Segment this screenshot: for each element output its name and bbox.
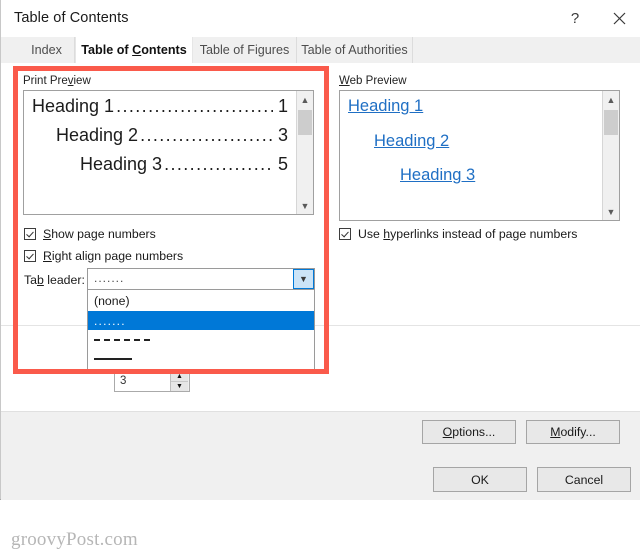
- print-preview-scrollbar[interactable]: ▲ ▼: [296, 91, 313, 214]
- web-preview-content: Heading 1 Heading 2 Heading 3: [340, 91, 602, 220]
- web-heading-link[interactable]: Heading 2: [374, 132, 594, 150]
- ok-button-label: OK: [471, 472, 489, 487]
- spinner-down-icon[interactable]: ▼: [171, 382, 188, 391]
- close-icon: [613, 12, 625, 24]
- tab-leader-dropdown-list[interactable]: (none) .......: [87, 290, 315, 373]
- web-heading-link[interactable]: Heading 3: [400, 167, 594, 184]
- options-button-label: Options...: [442, 425, 496, 439]
- table-of-contents-dialog: Table of Contents ? Index Table of Conte…: [0, 0, 640, 550]
- modify-button-label: Modify...: [550, 425, 596, 439]
- tab-table-of-figures-label: Table of Figures: [199, 43, 290, 57]
- tab-table-of-contents-label: Table of Contents: [81, 43, 187, 57]
- tab-leader-label: Tab leader:: [24, 273, 85, 287]
- dropdown-option-dots-label: .......: [94, 313, 126, 328]
- web-preview-label: Web Preview: [339, 75, 407, 87]
- scrollbar-thumb[interactable]: [298, 110, 312, 135]
- tab-strip: Index Table of Contents Table of Figures…: [1, 37, 640, 63]
- dropdown-option-dashes[interactable]: [88, 330, 314, 349]
- spinner-up-icon[interactable]: ▲: [171, 372, 188, 382]
- dashed-line-icon: [94, 338, 150, 341]
- show-levels-spinner[interactable]: 3 ▲ ▼: [114, 371, 190, 392]
- checkbox-show-page-numbers[interactable]: Show page numbers: [24, 227, 156, 241]
- tab-leader-value: .......: [94, 271, 125, 285]
- checkbox-right-align-page-numbers[interactable]: Right align page numbers: [24, 249, 183, 263]
- window-title: Table of Contents: [14, 10, 129, 26]
- print-page-number: 3: [277, 125, 288, 145]
- print-page-number: 1: [277, 96, 288, 116]
- print-leader-dots: ........................: [164, 155, 273, 173]
- print-preview-pane: Heading 1 ..............................…: [23, 90, 314, 215]
- dropdown-option-solid[interactable]: [88, 349, 314, 368]
- web-preview-scrollbar[interactable]: ▲ ▼: [602, 91, 619, 220]
- print-page-number: 5: [277, 154, 288, 174]
- solid-line-icon: [94, 357, 132, 360]
- tab-table-of-authorities-label: Table of Authorities: [301, 43, 408, 57]
- checkbox-show-page-numbers-label: Show page numbers: [43, 227, 156, 241]
- options-button[interactable]: Options...: [422, 420, 516, 444]
- scroll-up-icon[interactable]: ▲: [603, 91, 619, 108]
- tab-leader-combobox[interactable]: ....... ▼: [87, 268, 315, 290]
- web-preview-pane: Heading 1 Heading 2 Heading 3 ▲ ▼: [339, 90, 620, 221]
- scrollbar-thumb[interactable]: [604, 110, 618, 135]
- tab-table-of-contents[interactable]: Table of Contents: [75, 37, 193, 63]
- print-preview-row: Heading 1 ..............................…: [32, 97, 288, 115]
- show-levels-value: 3: [120, 375, 127, 387]
- checkmark-icon: [24, 228, 36, 240]
- dialog-body: Print Preview Heading 1 ................…: [1, 63, 640, 550]
- tab-table-of-authorities[interactable]: Table of Authorities: [297, 37, 413, 63]
- question-mark-icon: ?: [570, 9, 580, 27]
- checkmark-icon: [24, 250, 36, 262]
- checkbox-use-hyperlinks-label: Use hyperlinks instead of page numbers: [358, 227, 578, 241]
- print-heading-label: Heading 3: [80, 154, 163, 174]
- dropdown-option-none-label: (none): [94, 293, 130, 308]
- cancel-button[interactable]: Cancel: [537, 467, 631, 492]
- web-heading-link[interactable]: Heading 1: [348, 98, 594, 115]
- print-leader-dots: ..............................: [140, 126, 273, 144]
- checkmark-icon: [339, 228, 351, 240]
- print-preview-content: Heading 1 ..............................…: [24, 91, 296, 214]
- print-preview-row: Heading 2 ..............................…: [56, 126, 288, 144]
- checkbox-right-align-page-numbers-label: Right align page numbers: [43, 249, 184, 263]
- dropdown-option-none[interactable]: (none): [88, 290, 314, 311]
- checkbox-use-hyperlinks[interactable]: Use hyperlinks instead of page numbers: [339, 227, 577, 241]
- site-watermark: groovyPost.com: [11, 529, 138, 550]
- print-heading-label: Heading 2: [56, 125, 139, 145]
- help-button[interactable]: ?: [554, 0, 596, 36]
- print-leader-dots: ...................................: [116, 97, 273, 115]
- cancel-button-label: Cancel: [564, 472, 604, 487]
- print-preview-row: Heading 3 ........................ 5: [80, 155, 288, 173]
- tab-table-of-figures[interactable]: Table of Figures: [193, 37, 297, 63]
- spinner-buttons[interactable]: ▲ ▼: [170, 372, 189, 391]
- modify-button[interactable]: Modify...: [526, 420, 620, 444]
- print-preview-label: Print Preview: [23, 75, 91, 87]
- tab-index-label: Index: [31, 43, 62, 57]
- tab-index[interactable]: Index: [19, 37, 75, 63]
- print-heading-label: Heading 1: [32, 96, 115, 116]
- scroll-up-icon[interactable]: ▲: [297, 91, 313, 108]
- close-button[interactable]: [598, 0, 640, 36]
- scroll-down-icon[interactable]: ▼: [297, 197, 313, 214]
- title-bar: Table of Contents ?: [1, 0, 640, 37]
- ok-button[interactable]: OK: [433, 467, 527, 492]
- scroll-down-icon[interactable]: ▼: [603, 203, 619, 220]
- dropdown-option-dots[interactable]: .......: [88, 311, 314, 330]
- chevron-down-icon[interactable]: ▼: [293, 269, 314, 289]
